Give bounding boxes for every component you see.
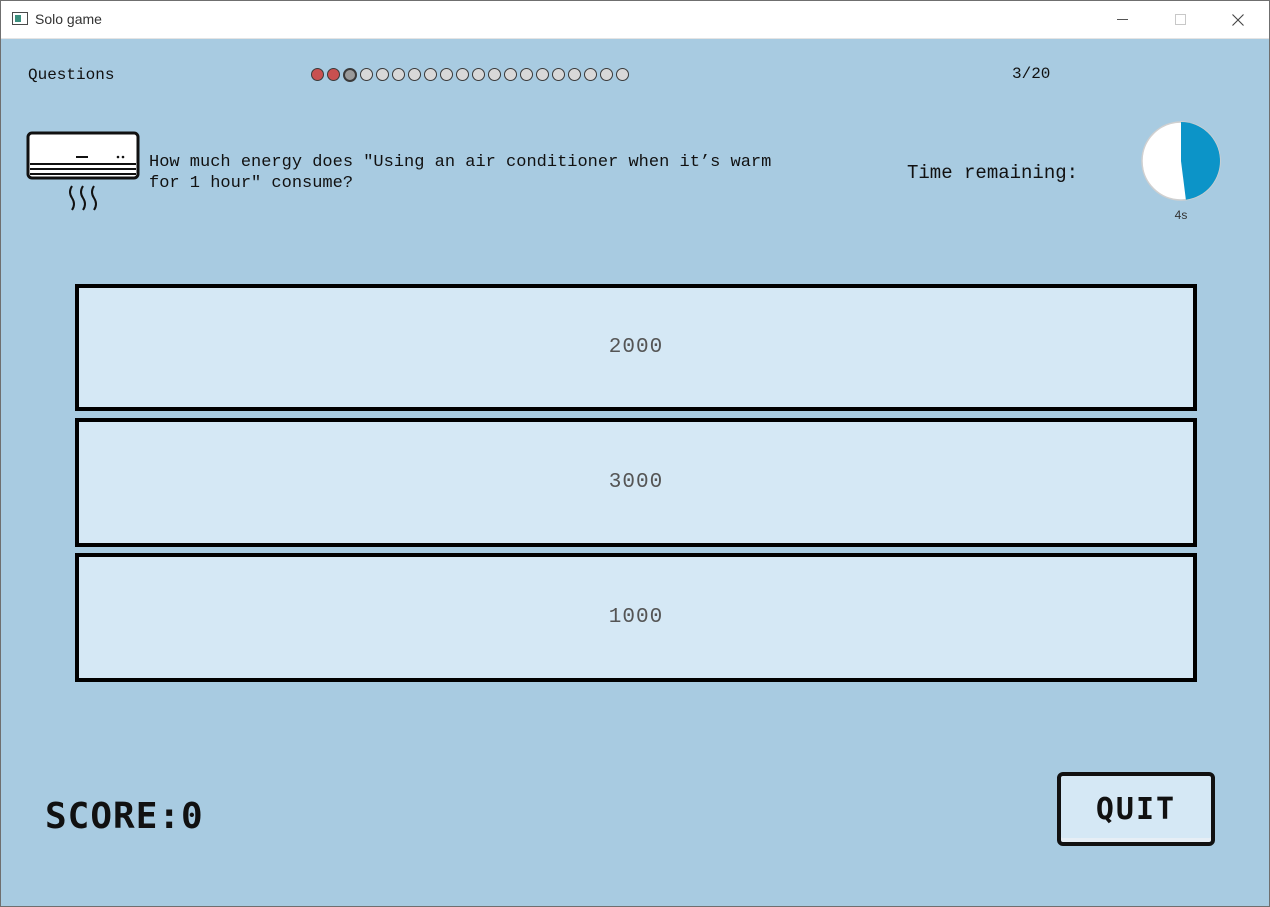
timer-label: Time remaining:	[907, 162, 1079, 184]
progress-dot-5	[376, 68, 389, 81]
progress-dot-20	[616, 68, 629, 81]
progress-dot-14	[520, 68, 533, 81]
question-text: How much energy does "Using an air condi…	[149, 153, 772, 193]
answer-option-label: 1000	[608, 606, 664, 629]
close-icon	[1232, 13, 1244, 26]
progress-dot-12	[488, 68, 501, 81]
progress-dot-17	[568, 68, 581, 81]
answer-option-label: 3000	[608, 471, 664, 494]
maximize-icon	[1174, 14, 1186, 25]
timer-seconds: 4s	[1174, 208, 1188, 222]
progress-dot-10	[456, 68, 469, 81]
score-display: SCORE:0	[45, 796, 204, 837]
answer-option-3[interactable]: 1000	[75, 553, 1197, 682]
progress-dot-18	[584, 68, 597, 81]
answer-option-1[interactable]: 2000	[75, 284, 1197, 411]
minimize-icon	[1116, 19, 1128, 20]
title-bar: Solo game	[1, 1, 1269, 39]
progress-dot-9	[440, 68, 453, 81]
progress-dot-13	[504, 68, 517, 81]
progress-dot-1	[311, 68, 324, 81]
game-window: Solo game Questions 3/20 How much energy…	[0, 0, 1270, 907]
progress-dot-6	[392, 68, 405, 81]
progress-dot-15	[536, 68, 549, 81]
close-button[interactable]	[1215, 1, 1261, 38]
progress-dot-4	[360, 68, 373, 81]
quit-button-label: QUIT	[1095, 791, 1177, 827]
minimize-button[interactable]	[1099, 1, 1145, 38]
question-progress	[311, 68, 629, 82]
progress-dot-7	[408, 68, 421, 81]
app-icon	[12, 12, 28, 25]
progress-dot-2	[327, 68, 340, 81]
maximize-button[interactable]	[1157, 1, 1203, 38]
progress-dot-8	[424, 68, 437, 81]
timer-pie	[1141, 121, 1221, 201]
progress-dot-19	[600, 68, 613, 81]
timer-remaining-wedge	[1181, 122, 1220, 200]
game-content: Questions 3/20 How much energy does "Usi…	[1, 39, 1269, 906]
answer-option-2[interactable]: 3000	[75, 418, 1197, 547]
questions-label: Questions	[28, 66, 115, 84]
progress-dot-3	[343, 68, 357, 82]
air-conditioner-icon	[26, 131, 140, 211]
question-counter: 3/20	[1012, 65, 1051, 83]
window-title: Solo game	[35, 11, 102, 27]
progress-dot-16	[552, 68, 565, 81]
answer-option-label: 2000	[608, 336, 664, 359]
progress-dot-11	[472, 68, 485, 81]
quit-button[interactable]: QUIT	[1057, 772, 1215, 846]
